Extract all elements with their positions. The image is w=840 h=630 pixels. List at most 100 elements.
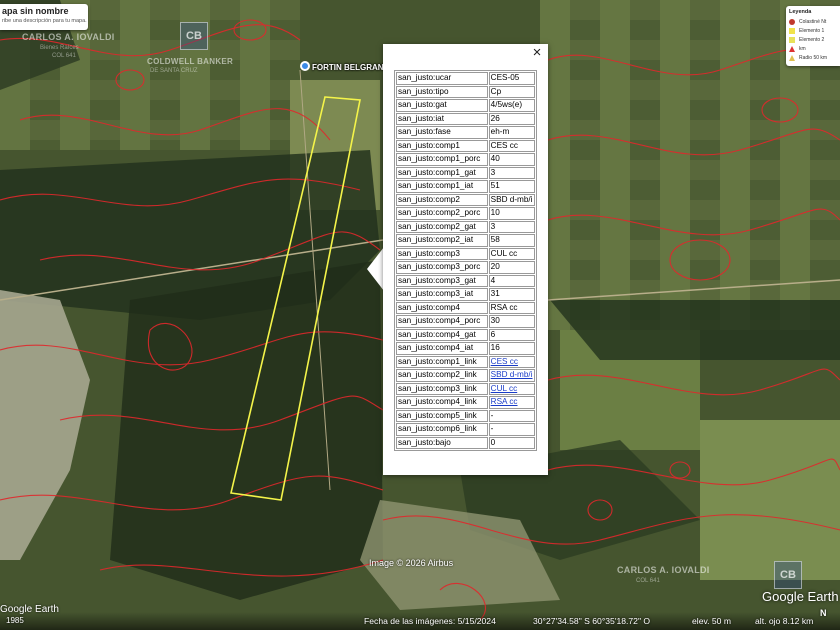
attribute-key: san_justo:comp4 [396,301,488,314]
attribute-value: 51 [488,180,535,193]
attribute-row: san_justo:tipo Cp [396,85,535,98]
compass-north-icon[interactable]: N [820,608,827,618]
legend-item-label: Colastiné Nt [799,18,827,25]
attribute-row: san_justo:comp5_link - [396,409,535,422]
attribute-key: san_justo:fase [396,126,488,139]
attribute-row: san_justo:comp2_gat 3 [396,220,535,233]
legend-item[interactable]: Elemento 2 [789,35,840,44]
watermark-logo: CB [180,22,208,50]
attribute-key: san_justo:comp5_link [396,409,488,422]
attribute-link[interactable]: CUL cc [491,384,518,393]
attribute-row: san_justo:comp1_iat 51 [396,180,535,193]
legend-item[interactable]: Elemento 1 [789,26,840,35]
attribute-key: san_justo:comp3_gat [396,274,488,287]
popup-pointer [367,247,384,291]
attribute-key: san_justo:comp3_iat [396,288,488,301]
attribute-row: san_justo:comp4 RSA cc [396,301,535,314]
attribute-key: san_justo:gat [396,99,488,112]
attribute-key: san_justo:comp2 [396,193,488,206]
attribute-row: san_justo:comp3_link CUL cc [396,382,535,395]
attribute-key: san_justo:comp4_iat [396,342,488,355]
attribute-row: san_justo:comp4_iat 16 [396,342,535,355]
attribute-row: san_justo:comp2_porc 10 [396,207,535,220]
attribute-key: san_justo:bajo [396,436,488,449]
polygon-icon [789,36,795,43]
watermark-text: DE SANTA CRUZ [150,68,198,74]
legend-item-label: Elemento 2 [799,36,825,43]
watermark-text: CARLOS A. IOVALDI [617,565,710,575]
legend-title: Leyenda [789,9,812,15]
attribute-row: san_justo:comp3_gat 4 [396,274,535,287]
attribute-value: RSA cc [488,301,535,314]
attribute-row: san_justo:comp3_iat 31 [396,288,535,301]
watermark-text: CARLOS A. IOVALDI [22,32,115,42]
attribute-key: san_justo:comp1_iat [396,180,488,193]
attribute-key: san_justo:tipo [396,85,488,98]
attribute-row: san_justo:comp2 SBD d-mb/i [396,193,535,206]
attribute-key: san_justo:comp1_porc [396,153,488,166]
attribute-row: san_justo:fase eh-m [396,126,535,139]
attribute-key: san_justo:comp4_porc [396,315,488,328]
attribute-row: san_justo:comp1_porc 40 [396,153,535,166]
triangle-icon [789,45,795,52]
attribute-key: san_justo:iat [396,112,488,125]
attribute-key: san_justo:comp4_gat [396,328,488,341]
map-description: ribe una descripción para tu mapa. [2,18,87,24]
attribute-value: CUL cc [488,247,535,260]
attribute-value: 3 [488,220,535,233]
attribute-value: 58 [488,234,535,247]
image-credit: Image © 2026 Airbus [369,558,454,568]
attribute-value: 16 [488,342,535,355]
legend-item-label: Elemento 1 [799,27,825,34]
attribute-value: 3 [488,166,535,179]
attribute-row: san_justo:comp3_porc 20 [396,261,535,274]
attribute-value: 40 [488,153,535,166]
attribute-key: san_justo:comp1 [396,139,488,152]
attribute-value: CES-05 [488,72,535,85]
legend-panel[interactable]: Leyenda Colastiné Nt Elemento 1 Elemento… [786,6,840,66]
attribute-key: san_justo:comp2_gat [396,220,488,233]
attribute-link[interactable]: RSA cc [491,397,518,406]
attribute-row: san_justo:comp4_link RSA cc [396,396,535,409]
polygon-icon [789,27,795,34]
placemark-label[interactable]: FORTIN BELGRANO [312,63,390,72]
attribute-value: 31 [488,288,535,301]
attribute-value: SBD d-mb/i [488,193,535,206]
attribute-row: san_justo:iat 26 [396,112,535,125]
attribute-value: CES cc [488,139,535,152]
attribute-value: - [488,423,535,436]
attribute-row: san_justo:comp2_link SBD d-mb/i [396,369,535,382]
attribute-key: san_justo:comp4_link [396,396,488,409]
attribute-value: 20 [488,261,535,274]
attribute-row: san_justo:comp3 CUL cc [396,247,535,260]
attribute-row: san_justo:bajo 0 [396,436,535,449]
attribute-link-cell: RSA cc [488,396,535,409]
attribute-link-cell: CUL cc [488,382,535,395]
attribute-value: - [488,409,535,422]
attribute-key: san_justo:comp1_link [396,355,488,368]
map-title: apa sin nombre [2,6,69,16]
attribute-link[interactable]: CES cc [491,357,518,366]
placemark-pin-icon[interactable] [300,61,310,71]
attribute-value: 10 [488,207,535,220]
elevation-readout: elev. 50 m [692,616,732,626]
watermark-text: COLDWELL BANKER [147,57,234,66]
watermark-text: Bienes Raíces [40,45,79,51]
attribute-row: san_justo:comp4_porc 30 [396,315,535,328]
legend-item[interactable]: Radio 50 km [789,53,840,62]
map-title-panel[interactable]: apa sin nombre ribe una descripción para… [0,4,88,30]
attribute-link[interactable]: SBD d-mb/i [491,370,533,379]
watermark-text: COL 641 [52,53,76,59]
legend-item[interactable]: Colastiné Nt [789,17,840,26]
attribute-row: san_justo:comp1_link CES cc [396,355,535,368]
close-icon[interactable]: × [529,45,545,61]
legend-item[interactable]: km [789,44,840,53]
attribute-value: 30 [488,315,535,328]
attribute-key: san_justo:comp3_porc [396,261,488,274]
attribute-key: san_justo:ucar [396,72,488,85]
attribute-key: san_justo:comp1_gat [396,166,488,179]
attribute-row: san_justo:comp4_gat 6 [396,328,535,341]
attribute-key: san_justo:comp2_link [396,369,488,382]
coordinates-readout: 30°27'34.58" S 60°35'18.72" O [533,616,651,626]
legend-item-label: km [799,45,806,52]
